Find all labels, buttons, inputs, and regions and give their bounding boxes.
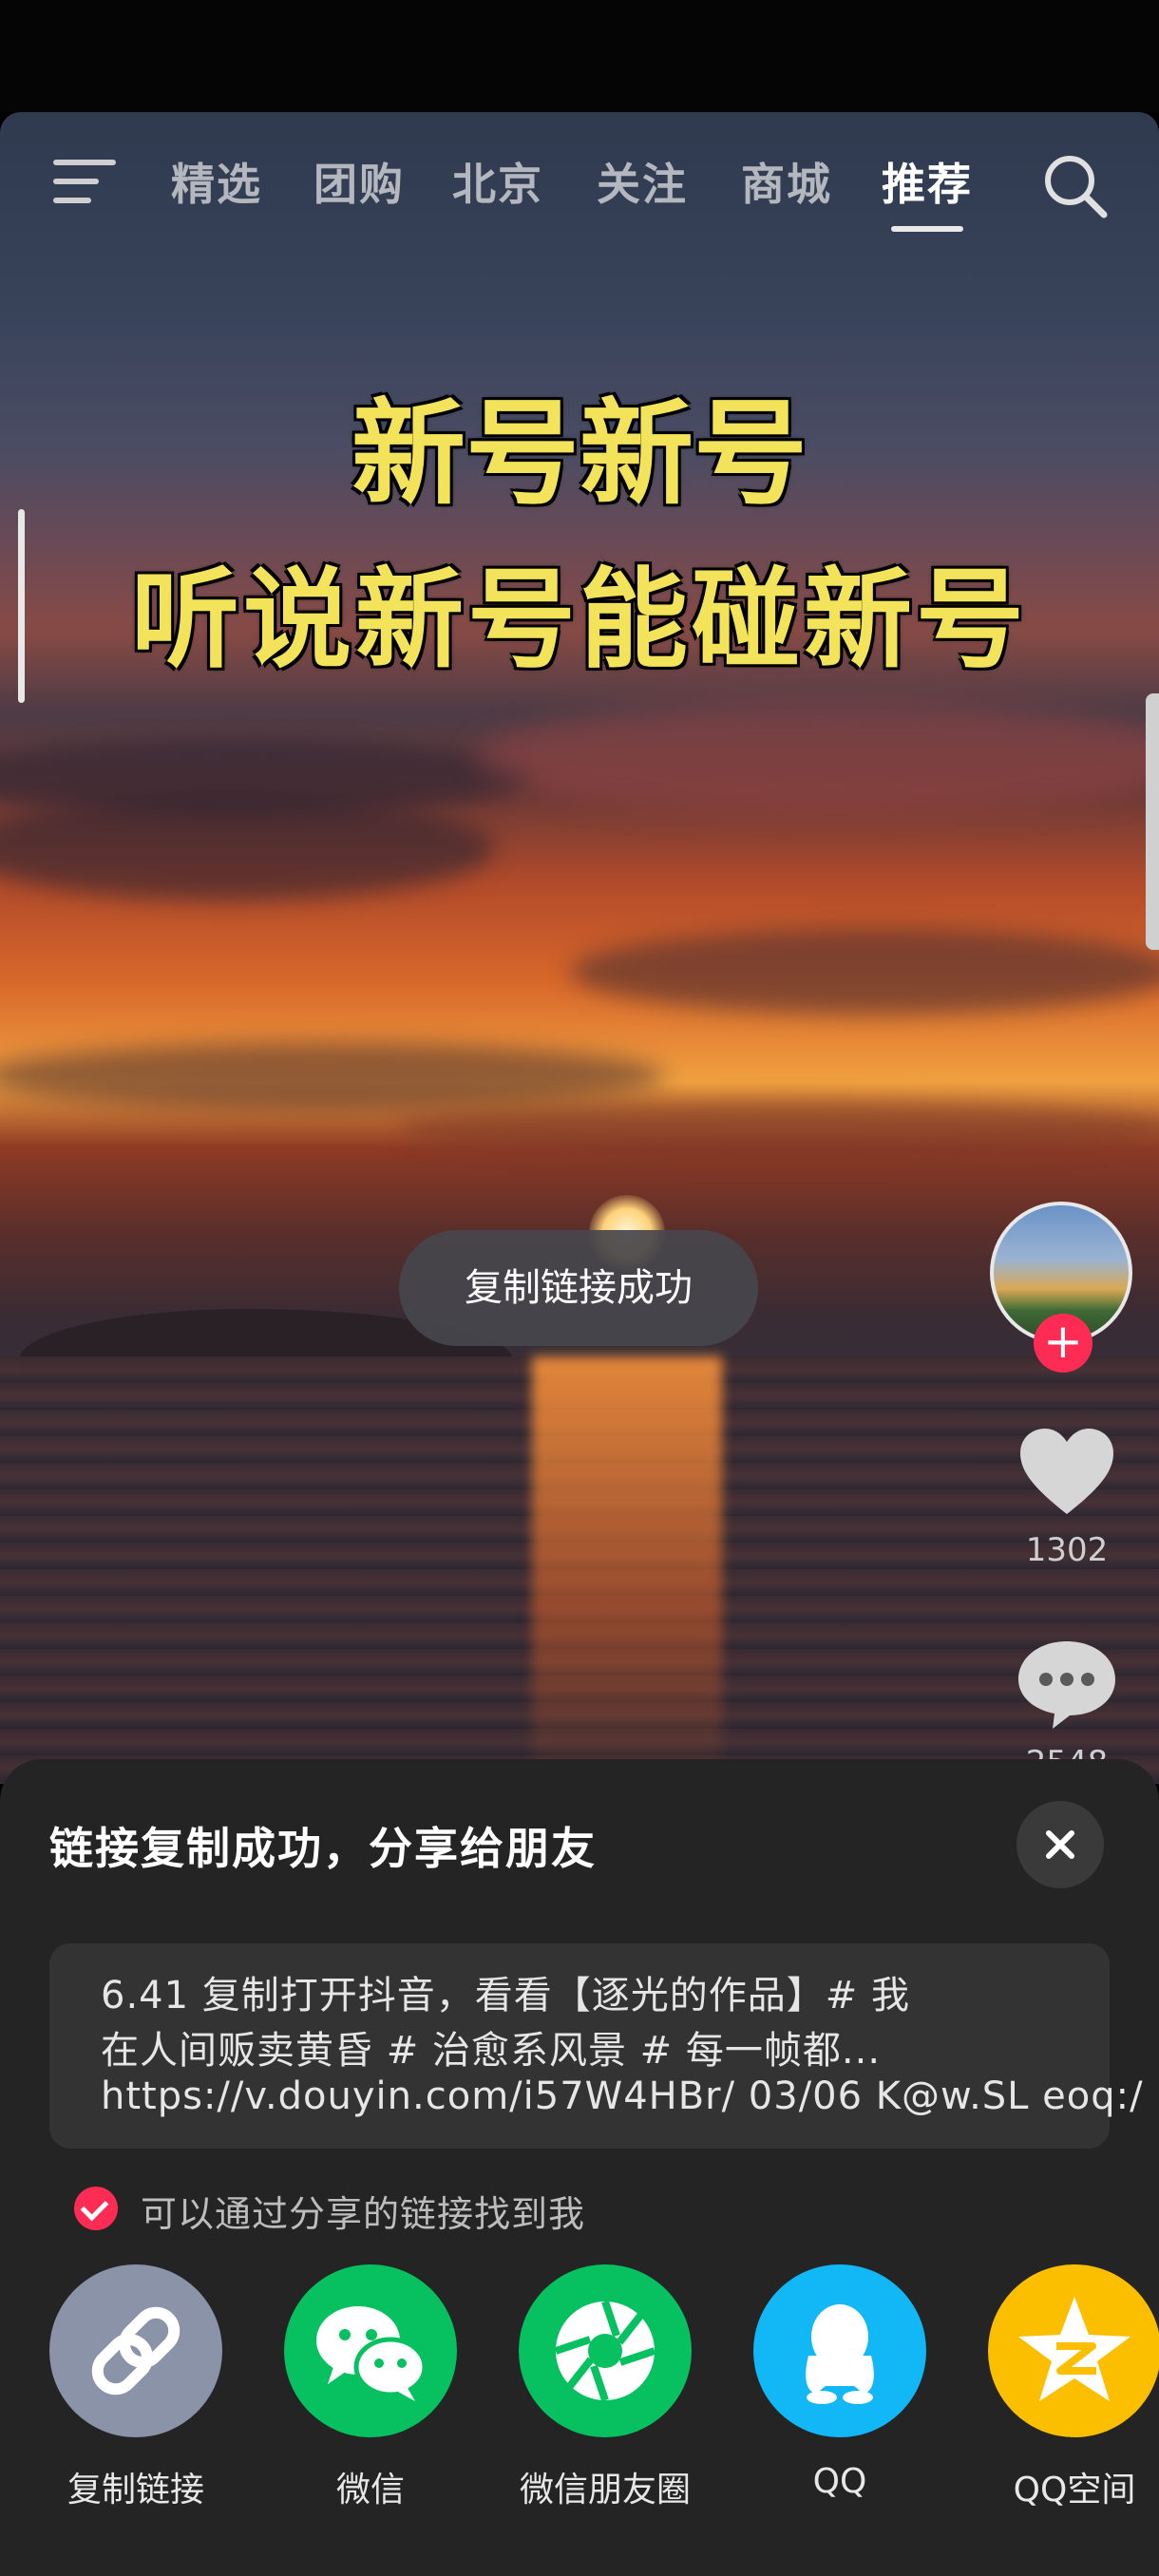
share-link-url: https://v.douyin.com/i57W4HBr/ 03/06 K@w… bbox=[101, 2074, 1144, 2118]
like-heart-icon[interactable] bbox=[1016, 1425, 1117, 1520]
share-link-box[interactable]: 6.41 复制打开抖音，看看【逐光的作品】# 我 在人间贩卖黄昏 # 治愈系风景… bbox=[49, 1943, 1143, 2149]
share-qzone[interactable]: QQ空间 bbox=[960, 2264, 1159, 2511]
wechat-icon bbox=[284, 2264, 457, 2437]
video-caption-line2: 听说新号能碰新号 bbox=[130, 556, 1028, 683]
share-wechat[interactable]: 微信 bbox=[256, 2264, 484, 2511]
status-bar bbox=[0, 0, 1159, 112]
cloud-band bbox=[0, 1043, 665, 1109]
qzone-icon bbox=[988, 2264, 1159, 2437]
share-label: 微信朋友圈 bbox=[519, 2471, 691, 2510]
cloud-band bbox=[475, 701, 1159, 815]
qq-icon bbox=[753, 2264, 926, 2437]
right-scroll-handle[interactable] bbox=[1146, 693, 1159, 950]
tab-beijing[interactable]: 北京 bbox=[452, 150, 543, 213]
menu-icon[interactable] bbox=[53, 158, 116, 205]
follow-plus-icon[interactable]: + bbox=[1034, 1314, 1092, 1373]
tab-mall[interactable]: 商城 bbox=[741, 150, 832, 213]
tab-recommended[interactable]: 推荐 bbox=[882, 150, 973, 213]
share-qq[interactable]: QQ bbox=[726, 2264, 954, 2501]
tab-group-buy[interactable]: 团购 bbox=[314, 150, 405, 213]
share-label: 复制链接 bbox=[66, 2471, 204, 2510]
tab-featured[interactable]: 精选 bbox=[171, 150, 262, 213]
cloud-band bbox=[570, 929, 1159, 1014]
close-icon[interactable] bbox=[1016, 1801, 1104, 1888]
share-sheet-title: 链接复制成功，分享给朋友 bbox=[49, 1823, 597, 1874]
active-tab-indicator bbox=[891, 226, 963, 232]
tab-following[interactable]: 关注 bbox=[597, 150, 688, 213]
share-sheet: 链接复制成功，分享给朋友 6.41 复制打开抖音，看看【逐光的作品】# 我 在人… bbox=[0, 1759, 1159, 2576]
search-icon[interactable] bbox=[1037, 148, 1113, 224]
left-scroll-indicator bbox=[18, 509, 25, 703]
share-link-line: 6.41 复制打开抖音，看看【逐光的作品】# 我 bbox=[101, 1974, 911, 2017]
moments-icon bbox=[519, 2264, 692, 2437]
top-nav: 精选 团购 北京 关注 商城 推荐 bbox=[0, 133, 1159, 232]
sun-reflection bbox=[532, 1356, 722, 1784]
cloud-band bbox=[0, 796, 494, 900]
like-count: 1302 bbox=[1025, 1531, 1109, 1569]
video-caption-line1: 新号新号 bbox=[352, 387, 808, 521]
toast: 复制链接成功 bbox=[399, 1230, 758, 1346]
share-wechat-moments[interactable]: 微信朋友圈 bbox=[491, 2264, 719, 2511]
comment-icon[interactable] bbox=[1015, 1636, 1119, 1731]
share-copy-link[interactable]: 复制链接 bbox=[22, 2264, 250, 2511]
share-label: 微信 bbox=[335, 2471, 405, 2510]
share-label: QQ bbox=[812, 2462, 867, 2501]
findable-checkbox-label: 可以通过分享的链接找到我 bbox=[141, 2193, 586, 2235]
link-icon bbox=[49, 2264, 222, 2437]
cloud-band bbox=[399, 1100, 1159, 1157]
findable-checkbox[interactable] bbox=[74, 2187, 118, 2230]
share-link-line: 在人间贩卖黄昏 # 治愈系风景 # 每一帧都... bbox=[101, 2029, 882, 2073]
share-label: QQ空间 bbox=[1013, 2471, 1136, 2510]
